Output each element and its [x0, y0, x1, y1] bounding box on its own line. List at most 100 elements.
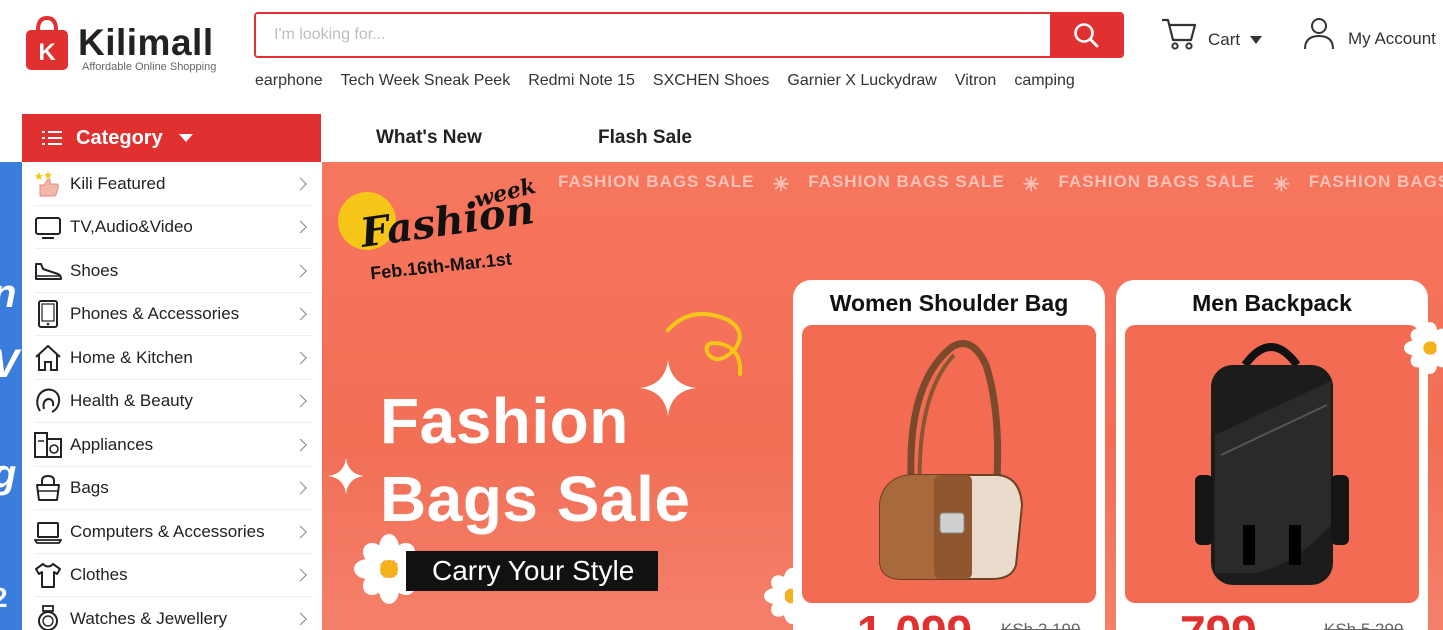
category-label: TV,Audio&Video: [70, 217, 193, 237]
ticker-text: FASHION BAGS SALE: [1308, 172, 1443, 191]
category-label: Phones & Accessories: [70, 304, 240, 324]
product-old-price: KSh 5,299: [1324, 620, 1404, 630]
product-price: 799: [1180, 605, 1257, 630]
cart-button[interactable]: Cart: [1160, 16, 1263, 52]
account-label: My Account: [1348, 29, 1436, 48]
search-bar: [254, 12, 1124, 58]
product-old-price: KSh 2,199: [1001, 620, 1081, 630]
category-label: Health & Beauty: [70, 391, 193, 411]
category-label: Bags: [70, 478, 109, 498]
slogan: Carry Your Style: [406, 551, 658, 591]
chevron-right-icon: [294, 351, 307, 365]
category-label: Kili Featured: [70, 173, 166, 193]
chevron-right-icon: [294, 438, 307, 452]
chevron-right-icon: [294, 307, 307, 321]
banner-ticker: FASHION BAGS SALE ✳ FASHION BAGS SALE ✳ FA…: [558, 172, 1443, 197]
sparkle-icon: [328, 458, 364, 494]
category-item-health-beauty[interactable]: Health & Beauty: [22, 380, 321, 423]
previous-banner-slice[interactable]: n V g 2: [0, 162, 22, 630]
chevron-right-icon: [294, 525, 307, 539]
account-button[interactable]: My Account: [1302, 16, 1436, 50]
category-label: Appliances: [70, 434, 154, 454]
chevron-right-icon: [294, 394, 307, 408]
category-item-appliances[interactable]: Appliances: [22, 423, 321, 467]
search-button[interactable]: [1050, 14, 1122, 56]
bag-icon: [34, 474, 62, 502]
category-label: Computers & Accessories: [70, 521, 265, 541]
chevron-right-icon: [294, 481, 307, 495]
main-nav: Category What's New Flash Sale: [0, 114, 1443, 162]
product-title: Men Backpack: [1192, 290, 1352, 316]
laptop-icon: [34, 518, 62, 546]
product-card-shoulder-bag[interactable]: Women Shoulder Bag 1,099 KSh 2,199: [793, 280, 1105, 630]
kilimall-logo[interactable]: K Kilimall Affordable Online Shopping: [22, 14, 222, 76]
product-image-backpack: [1125, 325, 1419, 603]
category-item-watches-jewellery[interactable]: Watches & Jewellery: [22, 597, 321, 630]
ticker-text: FASHION BAGS SALE: [1058, 172, 1255, 191]
user-icon: [1304, 18, 1334, 50]
hot-search-link[interactable]: earphone: [255, 72, 323, 90]
logo-letter: K: [38, 39, 56, 66]
hot-search-link[interactable]: Tech Week Sneak Peek: [341, 72, 511, 90]
category-list: Kili Featured TV,Audio&Video Shoes Phone…: [22, 162, 321, 630]
chevron-right-icon: [294, 177, 307, 191]
cart-dropdown-icon[interactable]: [1250, 36, 1263, 44]
shirt-icon: [34, 561, 62, 589]
chevron-right-icon: [294, 568, 307, 582]
category-label: Shoes: [70, 260, 119, 280]
category-item-bags[interactable]: Bags: [22, 467, 321, 510]
category-item-phones[interactable]: Phones & Accessories: [22, 293, 321, 336]
chevron-right-icon: [294, 612, 307, 626]
product-price: 1,099: [857, 605, 972, 630]
chevron-down-icon: [178, 134, 193, 142]
shoe-icon: [34, 257, 62, 285]
category-item-shoes[interactable]: Shoes: [22, 249, 321, 293]
category-label: Category: [76, 126, 163, 149]
category-item-home-kitchen[interactable]: Home & Kitchen: [22, 336, 321, 380]
hot-search-link[interactable]: Redmi Note 15: [528, 72, 635, 90]
event-dates: Feb.16th-Mar.1st: [369, 248, 513, 284]
hot-search-link[interactable]: camping: [1014, 72, 1074, 90]
category-item-clothes[interactable]: Clothes: [22, 554, 321, 597]
home-icon: [34, 344, 62, 372]
ticker-text: FASHION BAGS SALE: [808, 172, 1005, 191]
category-label: Clothes: [70, 565, 128, 585]
tablet-icon: [34, 300, 62, 329]
brand-name: Kilimall: [78, 22, 214, 63]
brand-tagline: Affordable Online Shopping: [82, 61, 217, 73]
list-icon: [42, 131, 62, 145]
banner-headline: Fashion Bags Sale: [380, 382, 690, 538]
thumbs-up-stars-icon: [34, 170, 62, 198]
chevron-right-icon: [294, 220, 307, 234]
headline-line: Bags Sale: [380, 463, 691, 535]
cart-label: Cart: [1208, 30, 1241, 49]
category-item-kili-featured[interactable]: Kili Featured: [22, 162, 321, 206]
logo-bag-icon: K: [26, 16, 68, 70]
appliance-icon: [34, 431, 62, 459]
search-icon: [1074, 23, 1099, 48]
cart-icon: [1162, 18, 1197, 50]
daisy-icon: [1404, 322, 1443, 374]
tv-icon: [34, 213, 62, 241]
headline-line: Fashion: [380, 385, 629, 457]
face-icon: [34, 387, 62, 415]
chevron-right-icon: [294, 264, 307, 278]
category-item-tv-audio-video[interactable]: TV,Audio&Video: [22, 206, 321, 249]
promo-banner[interactable]: FASHION BAGS SALE ✳ FASHION BAGS SALE ✳ FA…: [322, 162, 1443, 630]
watch-icon: [34, 604, 62, 630]
nav-link-whats-new[interactable]: What's New: [376, 114, 482, 162]
fashion-week-badge: Fashion week Feb.16th-Mar.1st: [336, 173, 538, 283]
product-title: Women Shoulder Bag: [829, 290, 1069, 316]
product-image-shoulder-bag: [802, 325, 1096, 603]
hot-search-link[interactable]: SXCHEN Shoes: [653, 72, 770, 90]
search-input[interactable]: [256, 14, 1048, 56]
category-item-computers[interactable]: Computers & Accessories: [22, 510, 321, 554]
hot-search-link[interactable]: Garnier X Luckydraw: [787, 72, 936, 90]
hot-searches: earphone Tech Week Sneak Peek Redmi Note…: [255, 72, 1093, 90]
hot-search-link[interactable]: Vitron: [955, 72, 997, 90]
product-card-backpack[interactable]: Men Backpack 799 KSh 5,299: [1116, 280, 1428, 630]
category-label: Watches & Jewellery: [70, 608, 228, 628]
category-menu-button[interactable]: Category: [22, 114, 321, 162]
nav-link-flash-sale[interactable]: Flash Sale: [598, 114, 692, 162]
category-label: Home & Kitchen: [70, 347, 193, 367]
